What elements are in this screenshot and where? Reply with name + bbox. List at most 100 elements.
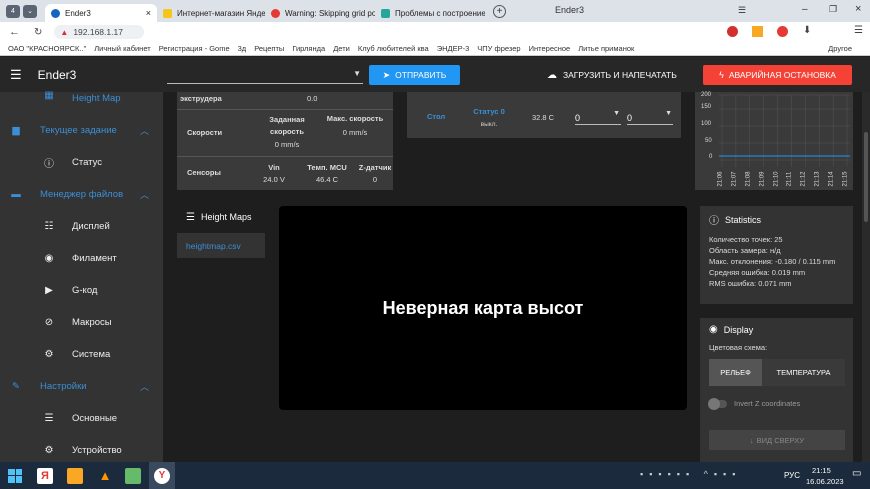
flash-icon: ϟ (719, 70, 724, 80)
reload-icon[interactable]: ↻ (34, 27, 42, 38)
gcode-command-input[interactable]: ▼ (167, 67, 363, 84)
temperature-scheme-button[interactable]: ТЕМПЕРАТУРА (762, 359, 845, 386)
bookmark-2[interactable]: Регистрация - Gome (159, 44, 230, 53)
tab-problems[interactable]: Проблемы с построением (375, 4, 485, 22)
browser-ext-icon-3[interactable] (777, 26, 788, 37)
bed-standby-temp-input[interactable]: 0 ▼ (627, 108, 673, 125)
tab-yandex-market[interactable]: Интернет-магазин Яндекс (157, 4, 265, 22)
sidebar-item-gcode[interactable]: ▶ G-код (0, 274, 163, 306)
tab-warning[interactable]: Warning: Skipping grid po... (265, 4, 375, 22)
chevron-down-icon[interactable]: ▼ (613, 110, 620, 117)
browser-ext-icon-1[interactable] (727, 26, 738, 37)
browser-ext-icon-2[interactable] (752, 26, 763, 37)
zprobe-label: Z-датчик (358, 163, 392, 172)
main-scrollbar[interactable] (862, 92, 870, 462)
send-button[interactable]: ➤ ОТПРАВИТЬ (369, 65, 460, 85)
bookmark-1[interactable]: Личный кабинет (94, 44, 150, 53)
bookmark-7[interactable]: Клуб любителей ква (358, 44, 429, 53)
relief-scheme-button[interactable]: РЕЛЬЕФ (709, 359, 762, 386)
bookmark-8[interactable]: ЭНДЕР-3 (437, 44, 470, 53)
tabs-menu-button[interactable]: ⌄ (23, 4, 37, 18)
clock-date[interactable]: 16.06.2023 (806, 477, 844, 486)
vlc-icon[interactable]: ▲ (97, 468, 113, 484)
sidebar-group-current-job[interactable]: ▆ Текущее задание ︿ (0, 114, 163, 146)
hamburger-menu-icon[interactable]: ☰ (10, 67, 22, 83)
chevron-down-icon[interactable]: ▼ (665, 110, 672, 117)
color-scheme-toggle: РЕЛЬЕФ ТЕМПЕРАТУРА (709, 359, 845, 386)
explorer-icon[interactable] (67, 467, 83, 484)
max-speed-value: 0 mm/s (342, 128, 368, 137)
invert-z-label: Invert Z coordinates (734, 399, 801, 408)
sidebar-item-system[interactable]: ⚙ Система (0, 338, 163, 370)
display-card: ◉ Display Цветовая схема: РЕЛЬЕФ ТЕМПЕРА… (700, 318, 853, 462)
menu-icon[interactable]: ☰ (854, 25, 863, 36)
minimize-button[interactable]: – (802, 4, 808, 15)
close-window-button[interactable]: × (855, 3, 861, 15)
gear-icon: ⚙ (44, 348, 54, 360)
bookmark-3[interactable]: 3д (238, 44, 247, 53)
sidebar-item-status[interactable]: ⓘ Статус (0, 146, 163, 178)
sidebar-item-display[interactable]: ☷ Дисплей (0, 210, 163, 242)
y-label-50: 50 (705, 138, 712, 144)
heater-card: Стол Статус 0 выкл. 32.8 C 0 ▼ 0 ▼ (407, 92, 681, 138)
sidebar-item-general[interactable]: ☰ Основные (0, 402, 163, 434)
chevron-down-icon[interactable]: ▼ (353, 69, 361, 78)
tab-counter-button[interactable]: 4 (6, 4, 20, 18)
main-content: экструдера 0.0 Скорости Заданная скорост… (163, 92, 870, 462)
invert-z-switch[interactable] (708, 398, 727, 410)
heater-status-label[interactable]: Статус 0 (467, 107, 511, 116)
warning-favicon (271, 8, 280, 18)
stat-mean: Средняя ошибка: 0.019 mm (709, 268, 806, 277)
upload-print-button[interactable]: ☁ ЗАГРУЗИТЬ И НАПЕЧАТАТЬ (547, 65, 692, 85)
sidebar-group-settings[interactable]: ✎ Настройки ︿ (0, 370, 163, 402)
bookmarks-icon[interactable]: ☰ (738, 5, 746, 16)
bookmark-0[interactable]: ОАО "КРАСНОЯРСК.." (8, 44, 86, 53)
max-speed-label: Макс. скорость (326, 114, 384, 123)
heightmap-viewer[interactable]: Неверная карта высот (279, 206, 687, 410)
bookmark-other[interactable]: Другое (828, 44, 852, 53)
back-icon[interactable]: ← (9, 26, 20, 38)
clock-time[interactable]: 21:15 (812, 466, 831, 475)
display-title: Display (723, 324, 754, 335)
yandex-app-icon[interactable]: Я (37, 467, 53, 484)
top-view-button[interactable]: ↓ ВИД СВЕРХУ (709, 430, 845, 450)
send-icon: ➤ (382, 69, 391, 80)
statistics-title: Statistics (725, 214, 762, 225)
url-field[interactable]: ▲ 192.168.1.17 (54, 25, 145, 39)
address-bar-row: ← ↻ ▲ 192.168.1.17 ⬇ ☰ (0, 22, 870, 42)
language-indicator[interactable]: РУС (784, 471, 800, 480)
start-icon[interactable] (8, 468, 22, 483)
sidebar-item-height-map[interactable]: ▦ Height Map (0, 90, 163, 106)
tab-ender3[interactable]: Ender3 × (45, 4, 157, 22)
machine-status-card: экструдера 0.0 Скорости Заданная скорост… (177, 92, 393, 190)
arrow-down-icon: ↓ (749, 435, 754, 445)
emergency-stop-button[interactable]: ϟ АВАРИЙНАЯ ОСТАНОВКА (703, 65, 852, 85)
bed-active-temp-input[interactable]: 0 ▼ (575, 108, 621, 125)
tray-icons[interactable]: ▪▪▪▪▪▪ ^▪▪▪ (640, 469, 741, 479)
bookmark-9[interactable]: ЧПУ фрезер (477, 44, 520, 53)
maximize-button[interactable]: ❐ (829, 4, 837, 15)
extruder-label: экструдера (180, 94, 222, 103)
bookmark-11[interactable]: Литье приманок (578, 44, 634, 53)
wrench-icon: ✎ (12, 380, 20, 392)
app-icon[interactable] (125, 467, 141, 484)
notification-icon[interactable]: ▭ (852, 468, 861, 479)
bookmark-4[interactable]: Рецепты (254, 44, 284, 53)
sidebar-group-file-manager[interactable]: ▬ Менеджер файлов ︿ (0, 178, 163, 210)
grid-icon: ▦ (44, 90, 54, 101)
heightmap-file-item[interactable]: heightmap.csv (177, 233, 265, 258)
bookmark-5[interactable]: Гирлянда (292, 44, 325, 53)
close-tab-icon[interactable]: × (146, 8, 151, 18)
statistics-card: ⓘ Statistics Количество точек: 25 Област… (700, 206, 853, 304)
bookmark-6[interactable]: Дети (333, 44, 350, 53)
new-tab-button[interactable]: + (493, 4, 506, 18)
bookmark-10[interactable]: Интересное (529, 44, 571, 53)
x-axis-tick-label: 21:10 (773, 171, 780, 187)
requested-speed-label: Заданная скорость (269, 115, 305, 136)
browser-taskbar-button[interactable]: Y (149, 462, 175, 489)
sidebar-item-macros[interactable]: ⊘ Макросы (0, 306, 163, 338)
stat-deviation: Макс. отклонения: -0.180 / 0.115 mm (709, 257, 836, 266)
sidebar-item-filament[interactable]: ◉ Филамент (0, 242, 163, 274)
bed-heater-label[interactable]: Стол (427, 112, 445, 121)
downloads-icon[interactable]: ⬇ (803, 25, 811, 36)
